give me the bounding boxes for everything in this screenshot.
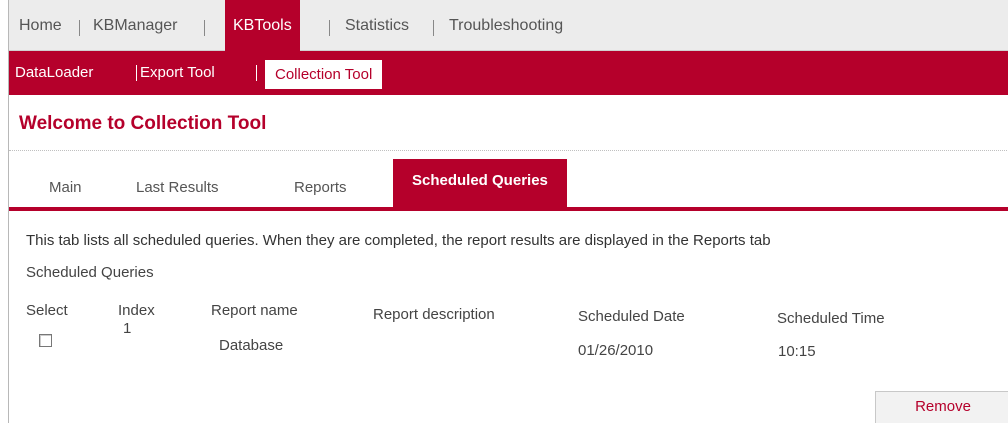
section-title: Scheduled Queries xyxy=(26,264,154,281)
cell-scheduled-date: 01/26/2010 xyxy=(578,342,654,359)
tab-last-results[interactable]: Last Results xyxy=(136,169,219,207)
row-select-checkbox[interactable] xyxy=(39,334,52,347)
cell-index: 1 xyxy=(123,320,132,337)
nav-separator xyxy=(79,20,80,36)
column-header-report-description: Report description xyxy=(373,306,495,323)
column-header-select: Select xyxy=(26,302,68,319)
top-nav: Home KBManager KBTools Statistics Troubl… xyxy=(9,0,1008,53)
tab-description: This tab lists all scheduled queries. Wh… xyxy=(26,232,771,249)
top-nav-home[interactable]: Home xyxy=(11,0,70,51)
sub-nav-dataloader[interactable]: DataLoader xyxy=(15,51,93,95)
tab-bar: Main Last Results Reports Scheduled Quer… xyxy=(9,159,1008,207)
sub-nav: DataLoader Export Tool Collection Tool xyxy=(9,51,1008,95)
nav-separator xyxy=(136,65,137,81)
top-nav-kbtools[interactable]: KBTools xyxy=(225,0,300,53)
top-nav-kbmanager[interactable]: KBManager xyxy=(85,0,186,51)
nav-separator xyxy=(256,65,257,81)
remove-button[interactable]: Remove xyxy=(875,391,1008,423)
sub-nav-export-tool[interactable]: Export Tool xyxy=(140,51,215,95)
sub-nav-collection-tool[interactable]: Collection Tool xyxy=(265,60,383,89)
tab-scheduled-queries[interactable]: Scheduled Queries xyxy=(393,159,567,207)
top-nav-statistics[interactable]: Statistics xyxy=(337,0,417,51)
app-frame: Home KBManager KBTools Statistics Troubl… xyxy=(8,0,1008,423)
column-header-scheduled-time: Scheduled Time xyxy=(777,310,885,327)
nav-separator xyxy=(204,20,205,36)
tab-underline xyxy=(9,207,1008,211)
column-header-scheduled-date: Scheduled Date xyxy=(578,308,685,325)
nav-separator xyxy=(329,20,330,36)
column-header-report-name: Report name xyxy=(211,302,298,319)
tab-reports[interactable]: Reports xyxy=(294,169,347,207)
column-header-index: Index xyxy=(118,302,155,319)
top-nav-troubleshooting[interactable]: Troubleshooting xyxy=(441,0,571,51)
cell-report-name: Database xyxy=(219,337,284,354)
tab-main[interactable]: Main xyxy=(49,169,82,207)
cell-scheduled-time: 10:15 xyxy=(778,343,816,360)
nav-separator xyxy=(433,20,434,36)
divider xyxy=(9,150,1008,151)
page-title: Welcome to Collection Tool xyxy=(19,113,267,134)
